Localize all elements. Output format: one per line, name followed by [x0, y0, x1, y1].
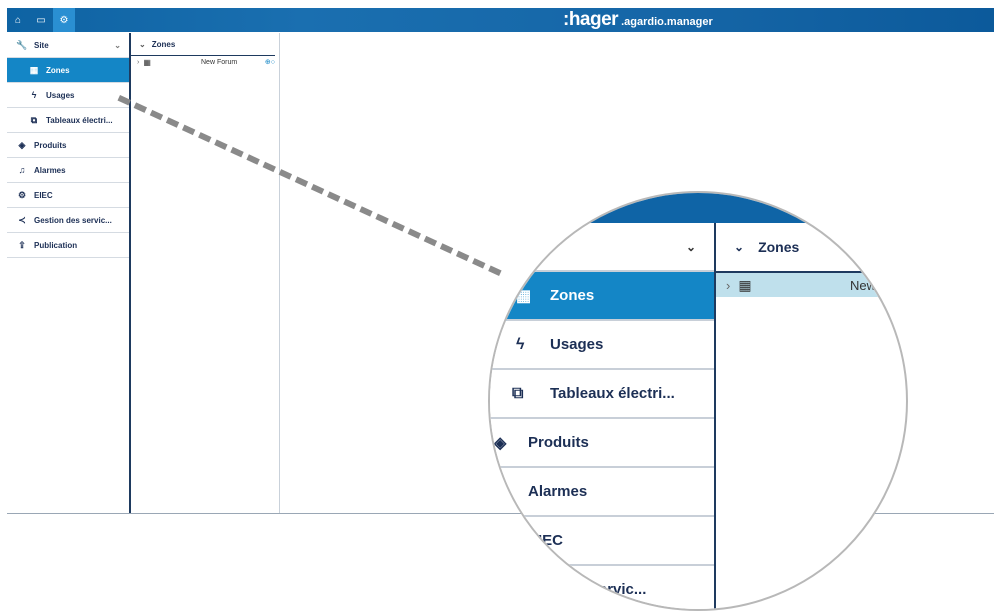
upload-icon: ⇪: [18, 239, 26, 250]
zone-tree-row[interactable]: › ▦ New Forum ⊕○: [131, 56, 279, 68]
wrench-icon: 🔧: [16, 39, 28, 50]
zoom-item-zones: ▦ Zones: [490, 272, 714, 321]
sidebar-item-usages[interactable]: ϟ Usages: [7, 83, 129, 108]
zoom-zones-header: ⌄ Zones: [716, 223, 906, 273]
building-icon: ▦: [738, 276, 752, 293]
building-icon: ▦: [143, 57, 151, 67]
zoom-item-produits: ◈ Produits: [490, 419, 714, 468]
panel-icon: ⧉: [512, 384, 524, 402]
chevron-down-icon: ⌄: [734, 240, 745, 254]
zoom-item-eiec: EIEC: [490, 517, 714, 566]
lightning-icon: ϟ: [31, 90, 37, 100]
zoom-site-row: ⌄: [490, 223, 714, 272]
zones-header[interactable]: ⌄ Zones: [131, 33, 275, 56]
home-icon[interactable]: ⌂: [7, 8, 29, 32]
zoom-item-usages: ϟ Usages: [490, 321, 714, 370]
chevron-down-icon[interactable]: ⌄: [139, 40, 146, 49]
laptop-icon[interactable]: ▭: [30, 8, 52, 32]
chevron-right-icon[interactable]: ›: [137, 59, 139, 66]
add-remove-icon[interactable]: ⊕○: [265, 58, 275, 66]
sidebar-item-produits[interactable]: ◈ Produits: [7, 133, 129, 158]
share-icon: ≺: [18, 214, 26, 225]
building-icon: ▦: [29, 64, 39, 75]
zoom-item-gestion: s servic...: [490, 566, 714, 609]
chevron-right-icon: ›: [726, 277, 731, 293]
zoom-magnifier: ⌄ ▦ Zones ϟ Usages ⧉ Tableaux électri...…: [488, 191, 908, 611]
box-icon: ◈: [18, 139, 26, 150]
box-icon: ◈: [494, 434, 507, 452]
sidebar-item-publication[interactable]: ⇪ Publication: [7, 233, 129, 258]
lightning-icon: ϟ: [516, 335, 525, 353]
settings-icon[interactable]: ⚙: [53, 8, 75, 32]
zoom-item-tableaux: ⧉ Tableaux électri...: [490, 370, 714, 419]
gears-icon: ⚙: [17, 189, 27, 200]
bell-icon: ♫: [18, 165, 26, 175]
building-icon: ▦: [516, 287, 532, 305]
zones-panel: ⌄ Zones › ▦ New Forum ⊕○: [131, 33, 280, 513]
brand-logo: :hager .agardio.manager: [563, 9, 713, 30]
sidebar-item-alarmes[interactable]: ♫ Alarmes: [7, 158, 129, 183]
chevron-down-icon[interactable]: ⌄: [114, 41, 121, 50]
panel-icon: ⧉: [30, 114, 38, 125]
zoom-topbar: [562, 193, 906, 223]
zoom-item-alarmes: Alarmes: [490, 468, 714, 517]
sidebar-item-site[interactable]: 🔧 Site ⌄: [7, 33, 129, 58]
sidebar: 🔧 Site ⌄ ▦ Zones ϟ Usages ⧉ Tableaux éle…: [7, 33, 131, 513]
sidebar-item-gestion[interactable]: ≺ Gestion des servic...: [7, 208, 129, 233]
zoom-zone-row: › ▦ New: [716, 273, 906, 297]
sidebar-item-eiec[interactable]: ⚙ EIEC: [7, 183, 129, 208]
chevron-down-icon: ⌄: [686, 239, 697, 254]
sidebar-item-zones[interactable]: ▦ Zones: [7, 58, 129, 83]
top-bar: ⌂ ▭ ⚙ :hager .agardio.manager: [7, 8, 994, 32]
sidebar-item-tableaux[interactable]: ⧉ Tableaux électri...: [7, 108, 129, 133]
